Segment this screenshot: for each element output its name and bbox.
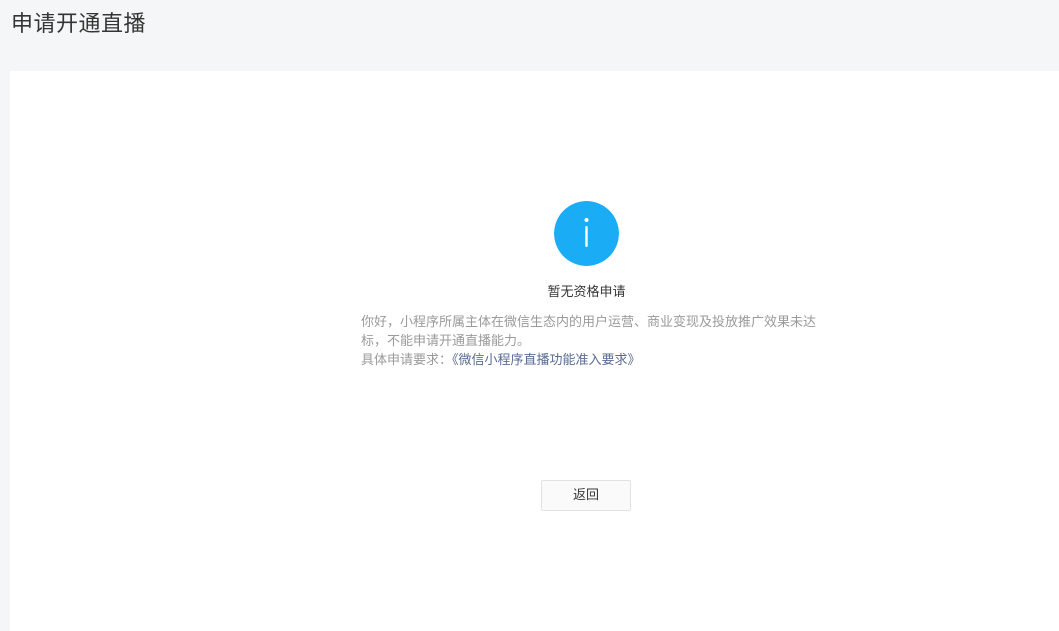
status-description: 你好，小程序所属主体在微信生态内的用户运营、商业变现及投放推广效果未达标，不能申… (361, 313, 826, 370)
requirement-label: 具体申请要求： (361, 353, 453, 368)
description-text: 你好，小程序所属主体在微信生态内的用户运营、商业变现及投放推广效果未达标，不能申… (361, 315, 817, 349)
status-title: 暂无资格申请 (547, 285, 626, 300)
page-title: 申请开通直播 (11, 12, 147, 37)
requirement-line: 具体申请要求：《微信小程序直播功能准入要求》 (361, 351, 826, 370)
info-icon (554, 201, 619, 266)
back-button[interactable]: 返回 (541, 480, 631, 511)
requirement-link[interactable]: 《微信小程序直播功能准入要求》 (452, 353, 641, 368)
content-card: 暂无资格申请 你好，小程序所属主体在微信生态内的用户运营、商业变现及投放推广效果… (10, 71, 1059, 631)
